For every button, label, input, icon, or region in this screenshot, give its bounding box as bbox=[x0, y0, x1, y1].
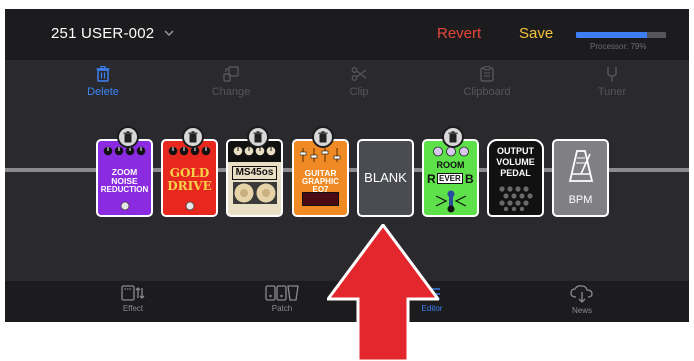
pedal-room-reverb[interactable]: ROOM R EVER B bbox=[422, 139, 479, 217]
pedal-name-line: BLANK bbox=[364, 170, 407, 185]
cloud-download-icon bbox=[570, 285, 593, 303]
tool-tuner-label: Tuner bbox=[597, 86, 627, 98]
trash-icon bbox=[123, 131, 133, 143]
pedal-bpm[interactable]: BPM bbox=[552, 139, 609, 217]
delete-pedal-button[interactable] bbox=[442, 126, 464, 148]
processor-meter-fill bbox=[576, 32, 648, 38]
pedal-name-line: MS45os bbox=[232, 166, 277, 180]
tool-change-label: Change bbox=[211, 86, 251, 98]
tool-clipboard-label: Clipboard bbox=[463, 86, 511, 98]
pedal-name-line: VOLUME bbox=[496, 157, 535, 167]
metronome-icon bbox=[568, 150, 594, 182]
tab-effect-label: Effect bbox=[122, 304, 144, 313]
chevron-down-icon[interactable] bbox=[162, 27, 176, 39]
pedal-ms45os[interactable]: MS45os bbox=[226, 139, 283, 217]
patch-icon bbox=[265, 285, 299, 301]
eq-display bbox=[302, 192, 339, 206]
processor-label: Processor: 79% bbox=[590, 42, 647, 51]
delete-pedal-button[interactable] bbox=[312, 126, 334, 148]
red-arrow-up-icon bbox=[327, 224, 439, 361]
edit-toolbar: Delete Change Clip Clipboard Tuner bbox=[5, 60, 689, 110]
scissors-icon bbox=[351, 67, 367, 81]
trash-icon bbox=[253, 131, 263, 143]
pedal-zoom-noise-reduction[interactable]: ZOOM NOISE REDUCTION bbox=[96, 139, 153, 217]
revert-button[interactable]: Revert bbox=[437, 25, 481, 42]
eq-sliders-icon bbox=[300, 148, 341, 162]
clipboard-icon bbox=[480, 66, 494, 82]
top-bar: 251 USER-002 Revert Save Processor: 79% bbox=[5, 9, 689, 60]
delete-pedal-button[interactable] bbox=[117, 126, 139, 148]
pedal-blank[interactable]: BLANK bbox=[357, 139, 414, 217]
pedal-guitar-graphic-eq7[interactable]: GUITAR GRAPHIC EQ7 bbox=[292, 139, 349, 217]
change-icon bbox=[223, 66, 239, 82]
pedal-name-line: DRIVE bbox=[167, 179, 212, 193]
pedal-name-line: EVER bbox=[437, 173, 463, 184]
trash-icon bbox=[188, 131, 198, 143]
tab-news[interactable]: News bbox=[542, 285, 622, 315]
patch-name[interactable]: 251 USER-002 bbox=[51, 25, 154, 42]
tool-clip[interactable]: Clip bbox=[319, 66, 399, 98]
processor-meter bbox=[576, 32, 666, 38]
tool-tuner[interactable]: Tuner bbox=[572, 66, 652, 98]
pedal-output-volume[interactable]: OUTPUT VOLUME PEDAL bbox=[487, 139, 544, 217]
pedal-name-line: B bbox=[465, 172, 474, 186]
effect-icon bbox=[121, 285, 145, 301]
tool-delete-label: Delete bbox=[87, 86, 119, 98]
footswitch-icon bbox=[185, 201, 195, 211]
pedal-name-line: GOLD bbox=[169, 166, 210, 180]
delete-pedal-button[interactable] bbox=[182, 126, 204, 148]
tab-patch[interactable]: Patch bbox=[242, 285, 322, 313]
pedal-name-line: OUTPUT bbox=[497, 146, 534, 156]
pedal-name-line: BPM bbox=[568, 194, 593, 206]
footswitch-icon bbox=[120, 201, 130, 211]
tool-clipboard[interactable]: Clipboard bbox=[447, 66, 527, 98]
save-button[interactable]: Save bbox=[519, 25, 553, 42]
grip-pattern-icon bbox=[499, 186, 533, 211]
pedal-gold-drive[interactable]: GOLD DRIVE bbox=[161, 139, 218, 217]
tool-delete[interactable]: Delete bbox=[63, 66, 143, 98]
tab-patch-label: Patch bbox=[271, 304, 293, 313]
tool-change[interactable]: Change bbox=[191, 66, 271, 98]
tool-clip-label: Clip bbox=[349, 86, 369, 98]
pedal-name-line: ROOM bbox=[436, 160, 465, 170]
tuner-icon bbox=[607, 67, 617, 82]
delete-pedal-button[interactable] bbox=[247, 126, 269, 148]
pedal-name-line: PEDAL bbox=[500, 168, 531, 178]
tab-effect[interactable]: Effect bbox=[93, 285, 173, 313]
trash-icon bbox=[448, 131, 458, 143]
speaker-icon bbox=[233, 182, 277, 204]
footswitch-icon bbox=[435, 190, 467, 213]
tab-news-label: News bbox=[571, 306, 592, 315]
trash-icon bbox=[318, 131, 328, 143]
pedal-name-line: REDUCTION bbox=[100, 185, 149, 194]
pedal-reverb-wordmark: R EVER B bbox=[427, 172, 474, 186]
pedal-name-line: R bbox=[427, 172, 436, 186]
trash-icon bbox=[96, 66, 110, 82]
